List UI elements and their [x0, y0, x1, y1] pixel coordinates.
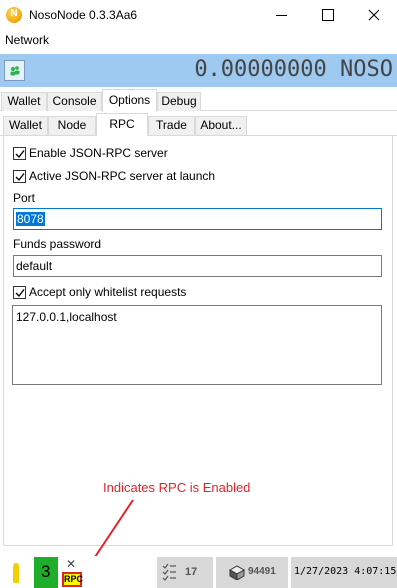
- connections-count: 3: [41, 562, 51, 581]
- window-title: NosoNode 0.3.3Aa6: [29, 8, 138, 22]
- clock: 1/27/2023 4:07:15: [291, 557, 397, 588]
- active-at-launch-label: Active JSON-RPC server at launch: [29, 169, 216, 183]
- tab-debug[interactable]: Debug: [157, 92, 201, 111]
- address-button[interactable]: [4, 60, 25, 81]
- datetime-text: 1/27/2023 4:07:15: [294, 566, 397, 577]
- subtab-trade[interactable]: Trade: [148, 116, 195, 135]
- title-bar: N NosoNode 0.3.3Aa6: [0, 0, 397, 30]
- main-tabs: Wallet Console Options Debug: [0, 89, 397, 112]
- checkbox-box[interactable]: [13, 170, 26, 183]
- menu-network[interactable]: Network: [5, 33, 49, 47]
- rpc-status[interactable]: ✕ RPC: [60, 557, 86, 588]
- pending-count: 17: [185, 566, 198, 578]
- enable-rpc-label: Enable JSON-RPC server: [29, 146, 168, 160]
- lightbulb-icon: [13, 563, 19, 583]
- status-bar: 3 ✕ RPC 17 94491 1/27/2023 4:07:15: [0, 556, 397, 588]
- checkmark-icon: [15, 150, 25, 159]
- subtab-rpc[interactable]: RPC: [96, 113, 148, 136]
- close-button[interactable]: [351, 0, 397, 30]
- subtab-node[interactable]: Node: [48, 116, 96, 135]
- checkbox-box[interactable]: [13, 147, 26, 160]
- subtab-wallet[interactable]: Wallet: [3, 116, 48, 135]
- minimize-button[interactable]: [259, 0, 305, 30]
- server-status[interactable]: [4, 557, 30, 588]
- close-icon: [368, 9, 380, 21]
- tab-console[interactable]: Console: [47, 92, 102, 111]
- whitelist-memo[interactable]: 127.0.0.1,localhost: [12, 305, 382, 385]
- maximize-button[interactable]: [305, 0, 351, 30]
- block-indicator[interactable]: 94491: [216, 557, 288, 588]
- funds-password-label: Funds password: [13, 237, 102, 251]
- pending-tasks[interactable]: 17: [157, 557, 213, 588]
- balance-display: 0.00000000 NOSO: [194, 57, 393, 82]
- tab-wallet[interactable]: Wallet: [1, 92, 47, 111]
- port-input[interactable]: 8078: [13, 208, 382, 230]
- whitelist-only-label: Accept only whitelist requests: [29, 285, 187, 299]
- subtab-about[interactable]: About...: [195, 116, 247, 135]
- users-icon: [10, 66, 20, 76]
- funds-password-input[interactable]: default: [13, 255, 382, 277]
- checkmark-icon: [15, 173, 25, 182]
- checklist-icon: [162, 563, 176, 581]
- port-value: 8078: [16, 212, 45, 226]
- port-label: Port: [13, 191, 36, 205]
- options-subtabs: Wallet Node RPC Trade About...: [0, 113, 397, 136]
- annotation-text: Indicates RPC is Enabled: [103, 480, 251, 495]
- balance-header: 0.00000000 NOSO: [0, 54, 397, 87]
- checkmark-icon: [15, 289, 25, 298]
- app-icon: N: [6, 7, 22, 23]
- block-number: 94491: [248, 566, 276, 577]
- tab-options[interactable]: Options: [102, 89, 157, 112]
- connections-indicator[interactable]: 3: [34, 557, 58, 588]
- plug-icon: ✕: [66, 557, 77, 571]
- checkbox-box[interactable]: [13, 286, 26, 299]
- menu-bar: Network: [0, 30, 397, 50]
- block-icon: [228, 565, 246, 580]
- rpc-badge: RPC: [62, 572, 83, 587]
